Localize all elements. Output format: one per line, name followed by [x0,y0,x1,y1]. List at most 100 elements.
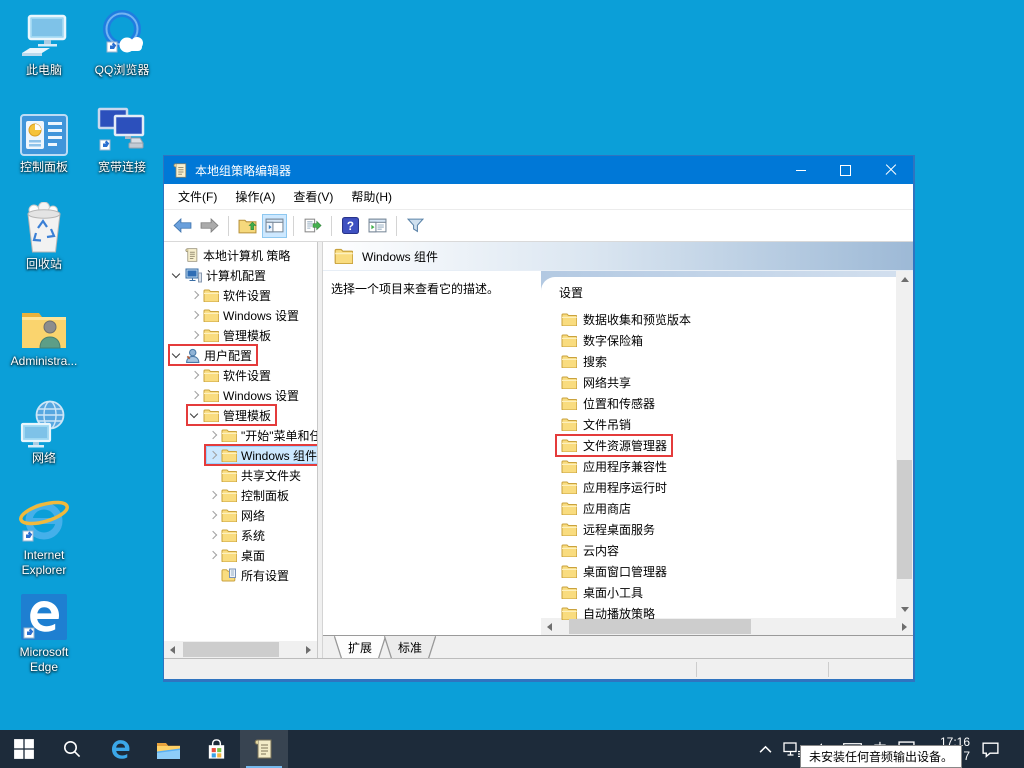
scrollbar-thumb[interactable] [569,619,751,634]
vertical-scrollbar[interactable] [896,271,913,618]
tree-item-inner[interactable]: 桌面 [206,546,269,564]
toolbar-up-level-button[interactable] [235,214,260,238]
desktop-icon-this-pc[interactable]: 此电脑 [6,6,82,78]
settings-item-inner[interactable]: 搜索 [557,352,611,371]
desktop-icon-recycle-bin[interactable]: 回收站 [6,200,82,272]
settings-item-inner[interactable]: 桌面窗口管理器 [557,562,671,581]
scroll-left-button[interactable] [164,641,181,658]
scrollbar-track[interactable] [558,618,896,635]
tree-item[interactable]: 所有设置 [164,565,317,585]
menu-file[interactable]: 文件(F) [169,185,226,208]
expander-collapsed-icon[interactable] [206,548,220,562]
title-bar[interactable]: 本地组策略编辑器 [164,156,913,184]
settings-list-item[interactable]: 桌面窗口管理器 [557,561,896,582]
settings-list-item[interactable]: 搜索 [557,351,896,372]
settings-list-item[interactable]: 文件资源管理器 [557,435,896,456]
desktop-icon-internet-explorer[interactable]: Internet Explorer [6,491,82,578]
tree-item-inner[interactable]: "开始"菜单和任务栏 [206,426,317,444]
settings-item-inner[interactable]: 文件吊销 [557,415,635,434]
scroll-right-button[interactable] [300,641,317,658]
tree-item-inner[interactable]: Windows 设置 [188,306,303,324]
tree-item-inner[interactable]: 用户配置 [170,346,256,364]
menu-view[interactable]: 查看(V) [284,185,342,208]
tree-item[interactable]: Windows 设置 [164,305,317,325]
tree-item[interactable]: 网络 [164,505,317,525]
scroll-right-button[interactable] [896,618,913,635]
expander-collapsed-icon[interactable] [188,328,202,342]
expander-expanded-icon[interactable] [188,408,202,422]
tree-item-inner[interactable]: Windows 组件 [206,446,317,464]
expander-collapsed-icon[interactable] [206,508,220,522]
tree-item[interactable]: 软件设置 [164,285,317,305]
tree-item-inner[interactable]: 控制面板 [206,486,293,504]
scrollbar-track[interactable] [181,641,300,658]
toolbar-console-tree-button[interactable] [262,214,287,238]
expander-collapsed-icon[interactable] [206,528,220,542]
tree-item[interactable]: 桌面 [164,545,317,565]
settings-list-item[interactable]: 应用程序运行时 [557,477,896,498]
settings-list-item[interactable]: 桌面小工具 [557,582,896,603]
settings-list-item[interactable]: 应用商店 [557,498,896,519]
scroll-left-button[interactable] [541,618,558,635]
desktop-icon-broadband-connection[interactable]: 宽带连接 [84,103,160,175]
settings-item-inner[interactable]: 位置和传感器 [557,394,659,413]
toolbar-back-button[interactable] [170,214,195,238]
tree-item[interactable]: Windows 组件 [164,445,317,465]
settings-item-inner[interactable]: 远程桌面服务 [557,520,659,539]
toolbar-forward-button[interactable] [197,214,222,238]
tree-item-inner[interactable]: 系统 [206,526,269,544]
settings-list-item[interactable]: 应用程序兼容性 [557,456,896,477]
expander-collapsed-icon[interactable] [188,288,202,302]
tab-standard[interactable]: 标准 [385,636,435,658]
tray-expand-icon[interactable] [759,745,772,754]
settings-column-header[interactable]: 设置 [557,282,896,309]
desktop-icon-microsoft-edge[interactable]: Microsoft Edge [6,588,82,675]
expander-collapsed-icon[interactable] [206,448,220,462]
tree-item-inner[interactable]: 管理模板 [188,406,275,424]
taskbar-start-button[interactable] [0,730,48,768]
scroll-up-button[interactable] [896,271,913,288]
settings-list-item[interactable]: 文件吊销 [557,414,896,435]
tree-item-inner[interactable]: 共享文件夹 [206,466,305,484]
tree-item-inner[interactable]: 软件设置 [188,286,275,304]
tree-item-inner[interactable]: 计算机配置 [170,266,270,284]
tree-item[interactable]: 管理模板 [164,405,317,425]
settings-list-item[interactable]: 网络共享 [557,372,896,393]
tree-item[interactable]: 共享文件夹 [164,465,317,485]
settings-list-item[interactable]: 数据收集和预览版本 [557,309,896,330]
maximize-button[interactable] [823,156,868,184]
tree-item[interactable]: 计算机配置 [164,265,317,285]
expander-collapsed-icon[interactable] [188,388,202,402]
settings-list-item[interactable]: 位置和传感器 [557,393,896,414]
desktop-icon-control-panel[interactable]: 控制面板 [6,103,82,175]
taskbar-edge-button[interactable] [96,730,144,768]
settings-list-item[interactable]: 云内容 [557,540,896,561]
expander-expanded-icon[interactable] [170,348,184,362]
taskbar-gpedit-button[interactable] [240,730,288,768]
toolbar-export-list-button[interactable] [300,214,325,238]
tree-item[interactable]: Windows 设置 [164,385,317,405]
tree-horizontal-scrollbar[interactable] [164,641,317,658]
tree-item-inner[interactable]: Windows 设置 [188,386,303,404]
expander-collapsed-icon[interactable] [206,488,220,502]
scrollbar-track[interactable] [896,288,913,601]
close-button[interactable] [868,156,913,184]
settings-list-item[interactable]: 数字保险箱 [557,330,896,351]
scrollbar-thumb[interactable] [183,642,279,657]
settings-item-inner[interactable]: 应用程序兼容性 [557,457,671,476]
list-horizontal-scrollbar[interactable] [541,618,913,635]
expander-collapsed-icon[interactable] [206,428,220,442]
desktop-icon-administrator-folder[interactable]: Administra... [6,297,82,369]
scroll-down-button[interactable] [896,601,913,618]
tree-item[interactable]: 用户配置 [164,345,317,365]
toolbar-help-button[interactable]: ? [338,214,363,238]
expander-collapsed-icon[interactable] [188,308,202,322]
settings-list-item[interactable]: 远程桌面服务 [557,519,896,540]
tree-item[interactable]: 本地计算机 策略 [164,245,317,265]
tree-item[interactable]: 控制面板 [164,485,317,505]
menu-help[interactable]: 帮助(H) [342,185,401,208]
desktop-icon-qq-browser[interactable]: QQ浏览器 [84,6,160,78]
taskbar-search-button[interactable] [48,730,96,768]
settings-item-inner[interactable]: 应用商店 [557,499,635,518]
toolbar-action-pane-button[interactable] [365,214,390,238]
